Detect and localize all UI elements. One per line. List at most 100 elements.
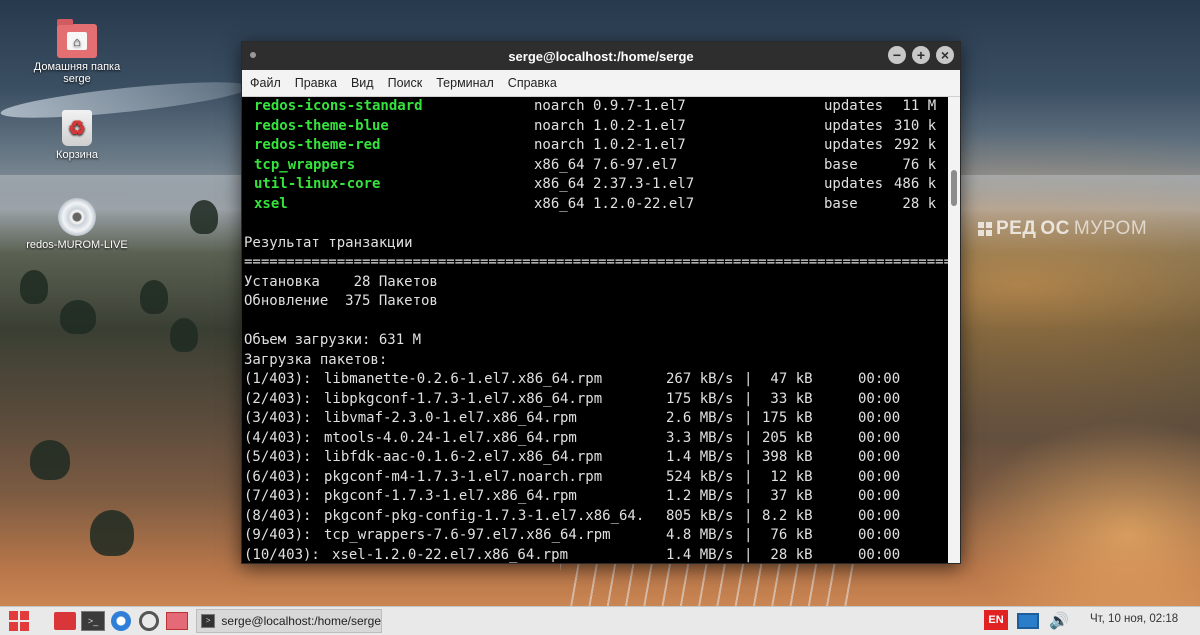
download-bar: | [744,527,753,543]
menubar: Файл Правка Вид Поиск Терминал Справка [242,70,960,97]
download-speed: 1.4 MB/s [666,449,734,465]
download-file: pkgconf-1.7.3-1.el7.x86_64.rpm [324,488,577,504]
desktop-icon-label: serge [63,73,91,85]
network-tray[interactable] [1014,610,1042,632]
download-index: (7/403): [244,488,312,504]
download-size: 205 kB [762,429,813,446]
tree [90,510,134,556]
menu-help[interactable]: Справка [508,76,557,90]
taskbar-window-terminal[interactable]: > serge@localhost:/home/serge [196,609,382,633]
separator-line: ========================================… [244,254,948,270]
download-index: (6/403): [244,468,312,485]
close-button[interactable]: × [936,46,954,64]
desktop-icon-disc[interactable]: redos-MUROM-LIVE [22,198,132,251]
package-row: redos-icons-standard noarch 0.9.7-1.el7 … [244,97,936,116]
package-repo: updates [824,117,884,134]
tower-structure [560,560,860,606]
download-row: (7/403): pkgconf-1.7.3-1.el7.x86_64.rpm … [244,487,900,506]
download-time: 00:00 [858,488,901,504]
download-time: 00:00 [858,468,901,485]
window-menu-icon[interactable] [250,52,256,58]
maximize-button[interactable]: + [912,46,930,64]
download-bar: | [744,468,753,485]
download-row: (2/403): libpkgconf-1.7.3-1.el7.x86_64.r… [244,390,900,409]
tree [20,270,48,304]
menu-search[interactable]: Поиск [388,76,423,90]
download-speed: 4.8 MB/s [666,527,734,543]
download-index: (10/403): [244,546,320,563]
menu-edit[interactable]: Правка [295,76,337,90]
terminal-scrollbar[interactable] [948,97,960,563]
desktop-icon-home[interactable]: ⌂ Домашняя папка serge [22,19,132,85]
minimize-button[interactable]: − [888,46,906,64]
download-file: libvmaf-2.3.0-1.el7.x86_64.rpm [324,410,577,426]
desktop-icon-label: Домашняя папка [33,61,121,73]
scrollbar-thumb[interactable] [951,170,957,206]
volume-tray[interactable]: 🔊 [1046,610,1072,632]
package-arch-version: noarch 0.9.7-1.el7 [534,98,686,114]
package-name: redos-icons-standard [254,98,423,114]
package-name: tcp_wrappers [254,156,356,173]
download-index: (9/403): [244,527,312,543]
redos-logo-icon [978,222,992,236]
download-file: libmanette-0.2.6-1.el7.x86_64.rpm [324,371,603,387]
result-heading: Результат транзакции [244,234,413,251]
download-file: tcp_wrappers-7.6-97.el7.x86_64.rpm [324,527,611,543]
package-size: 11 M [894,98,937,114]
download-bar: | [744,546,753,563]
tree [60,300,96,334]
update-count: Обновление 375 Пакетов [244,293,438,309]
launcher-browser[interactable] [108,610,134,632]
download-speed: 3.3 MB/s [666,429,734,446]
download-row: (10/403): xsel-1.2.0-22.el7.x86_64.rpm 1… [244,546,900,564]
terminal-icon: >_ [81,611,105,631]
download-time: 00:00 [858,390,901,407]
download-speed: 1.4 MB/s [666,546,734,563]
network-icon [1017,613,1039,629]
window-titlebar[interactable]: serge@localhost:/home/serge − + × [242,42,960,70]
download-size: 76 kB [762,527,813,543]
download-row: (6/403): pkgconf-m4-1.7.3-1.el7.noarch.r… [244,468,900,487]
download-file: pkgconf-pkg-config-1.7.3-1.el7.x86_64. [324,507,645,524]
download-index: (3/403): [244,410,312,426]
launcher-screenshot[interactable] [164,610,190,632]
download-row: (1/403): libmanette-0.2.6-1.el7.x86_64.r… [244,370,900,389]
clock[interactable]: Чт, 10 ноя, 02:18 [1090,613,1178,625]
download-speed: 2.6 MB/s [666,410,734,426]
package-repo: updates [824,98,884,114]
download-bar: | [744,371,753,387]
package-arch-version: noarch 1.0.2-1.el7 [534,117,686,134]
desktop-icon-trash[interactable]: ♻ Корзина [22,110,132,161]
download-time: 00:00 [858,429,901,446]
terminal-output[interactable]: redos-icons-standard noarch 0.9.7-1.el7 … [242,97,948,563]
terminal-window[interactable]: serge@localhost:/home/serge − + × Файл П… [241,41,961,564]
download-index: (5/403): [244,449,312,465]
keyboard-layout-indicator[interactable]: EN [984,610,1008,630]
menu-file[interactable]: Файл [250,76,281,90]
launcher-file-manager[interactable] [52,610,78,632]
desktop-icon-label: redos-MUROM-LIVE [26,239,128,251]
package-size: 76 k [894,156,937,173]
download-index: (1/403): [244,371,312,387]
tree [190,200,218,234]
menu-terminal[interactable]: Терминал [436,76,494,90]
package-repo: updates [824,137,884,153]
download-size: 12 kB [762,468,813,485]
file-manager-icon [54,612,76,630]
start-menu-button[interactable] [8,610,30,632]
download-row: (9/403): tcp_wrappers-7.6-97.el7.x86_64.… [244,526,900,545]
launcher-search[interactable] [136,610,162,632]
speaker-icon: 🔊 [1049,613,1069,630]
package-arch-version: x86_64 2.37.3-1.el7 [534,176,695,192]
screenshot-icon [166,612,188,630]
menu-view[interactable]: Вид [351,76,374,90]
taskbar: >_ > serge@localhost:/home/serge EN 🔊 Чт… [0,606,1200,635]
watermark-murom: МУРОМ [1073,218,1148,239]
sunset-glow [960,420,1200,610]
download-row: (3/403): libvmaf-2.3.0-1.el7.x86_64.rpm … [244,409,900,428]
download-time: 00:00 [858,527,901,543]
launcher-terminal[interactable]: >_ [80,610,106,632]
terminal-small-icon: > [201,614,216,628]
download-size: 28 kB [762,546,813,563]
download-file: pkgconf-m4-1.7.3-1.el7.noarch.rpm [324,468,603,485]
